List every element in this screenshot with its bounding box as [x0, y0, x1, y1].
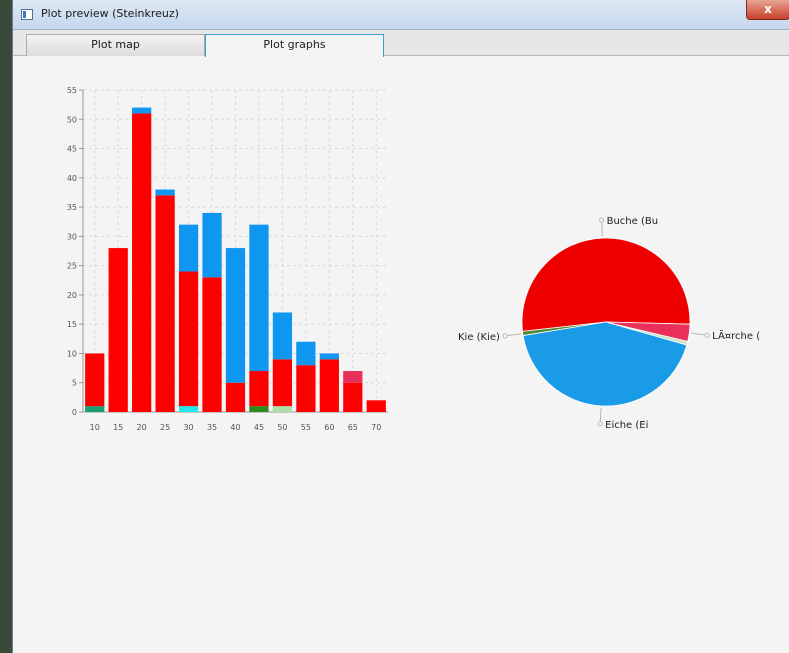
y-tick-label: 30 — [67, 232, 77, 241]
bar-segment[interactable] — [85, 406, 105, 412]
plot-graphs-panel: 0 5 10 15 20 25 30 35 40 45 50 55 10 15 20 25 30 35 40 45 50… — [13, 56, 789, 653]
bar-segment[interactable] — [178, 406, 199, 412]
x-tick-label: 45 — [254, 423, 264, 432]
pie-slice-label: Eiche (Ei — [605, 420, 648, 431]
bar-segment[interactable] — [132, 113, 152, 412]
pie-slice-label: Kie (Kie) — [458, 332, 500, 343]
x-tick-label: 10 — [90, 423, 100, 432]
bar-segment[interactable] — [319, 353, 339, 360]
tab-plot-graphs[interactable]: Plot graphs — [205, 34, 384, 57]
x-tick-label: 15 — [113, 423, 123, 432]
y-tick-label: 0 — [72, 408, 77, 417]
bar-segment[interactable] — [178, 224, 199, 272]
bar-segment[interactable] — [249, 224, 269, 372]
bar-segment[interactable] — [296, 341, 316, 366]
x-tick-label: 55 — [301, 423, 311, 432]
bar-segment[interactable] — [249, 371, 269, 407]
bar-segment[interactable] — [249, 406, 269, 412]
pie-label-dot — [599, 217, 605, 223]
x-tick-label: 35 — [207, 423, 217, 432]
diameter-bar-chart: 0 5 10 15 20 25 30 35 40 45 50 55 10 15 20 25 30 35 40 45 50… — [67, 86, 388, 432]
window-title: Plot preview (Steinkreuz) — [41, 7, 179, 20]
close-button[interactable]: x — [746, 0, 789, 20]
pie-slice-label: LÃ¤rche ( — [712, 329, 760, 342]
bar-segment[interactable] — [132, 107, 152, 114]
app-window-icon — [21, 9, 33, 20]
bar-segment[interactable] — [225, 382, 246, 412]
bar-segment[interactable] — [155, 189, 175, 196]
x-tick-label: 70 — [371, 423, 381, 432]
title-bar[interactable]: Plot preview (Steinkreuz) x — [13, 0, 789, 30]
bar-segment[interactable] — [108, 248, 128, 412]
x-tick-label: 60 — [324, 423, 334, 432]
bar-segment[interactable] — [272, 312, 293, 360]
y-tick-label: 25 — [67, 262, 77, 271]
x-tick-label: 40 — [230, 423, 240, 432]
bar-segment[interactable] — [366, 400, 386, 412]
tab-bar: Plot map Plot graphs — [13, 30, 789, 57]
bar-segment[interactable] — [296, 365, 316, 412]
pie-label-dot — [502, 333, 508, 339]
y-tick-label: 45 — [67, 145, 77, 154]
y-tick-label: 50 — [67, 115, 77, 124]
bar-segment[interactable] — [272, 406, 293, 412]
y-tick-label: 40 — [67, 174, 77, 183]
species-pie-chart: Buche (Bu Kie (Kie) Eiche (Ei LÃ¤rche ( — [458, 216, 760, 431]
bar-segment[interactable] — [343, 382, 363, 412]
bar-segment[interactable] — [343, 371, 363, 383]
tab-plot-map[interactable]: Plot map — [26, 34, 205, 56]
x-tick-label: 65 — [348, 423, 358, 432]
y-tick-label: 5 — [72, 379, 77, 388]
x-tick-label: 50 — [277, 423, 287, 432]
bar-segment[interactable] — [225, 248, 246, 383]
y-tick-label: 35 — [67, 203, 77, 212]
x-tick-label: 25 — [160, 423, 170, 432]
x-tick-label: 20 — [137, 423, 147, 432]
pie-label-dot — [597, 421, 603, 427]
bar-segment[interactable] — [155, 195, 175, 412]
bar-segment[interactable] — [85, 353, 105, 407]
app-window: Plot preview (Steinkreuz) x Plot map Plo… — [12, 0, 789, 653]
y-tick-label: 10 — [67, 349, 77, 358]
pie-slice-label: Buche (Bu — [607, 216, 658, 227]
bar-segment[interactable] — [178, 271, 199, 407]
bar-segment[interactable] — [202, 277, 222, 412]
pie-label-dot — [704, 332, 710, 338]
y-tick-label: 20 — [67, 291, 77, 300]
bar-segment[interactable] — [272, 359, 293, 407]
y-tick-label: 55 — [67, 86, 77, 95]
pie-slice[interactable] — [521, 237, 691, 332]
bar-segment[interactable] — [319, 359, 339, 412]
y-tick-label: 15 — [67, 320, 77, 329]
x-tick-label: 30 — [183, 423, 193, 432]
bar-segment[interactable] — [202, 212, 222, 278]
